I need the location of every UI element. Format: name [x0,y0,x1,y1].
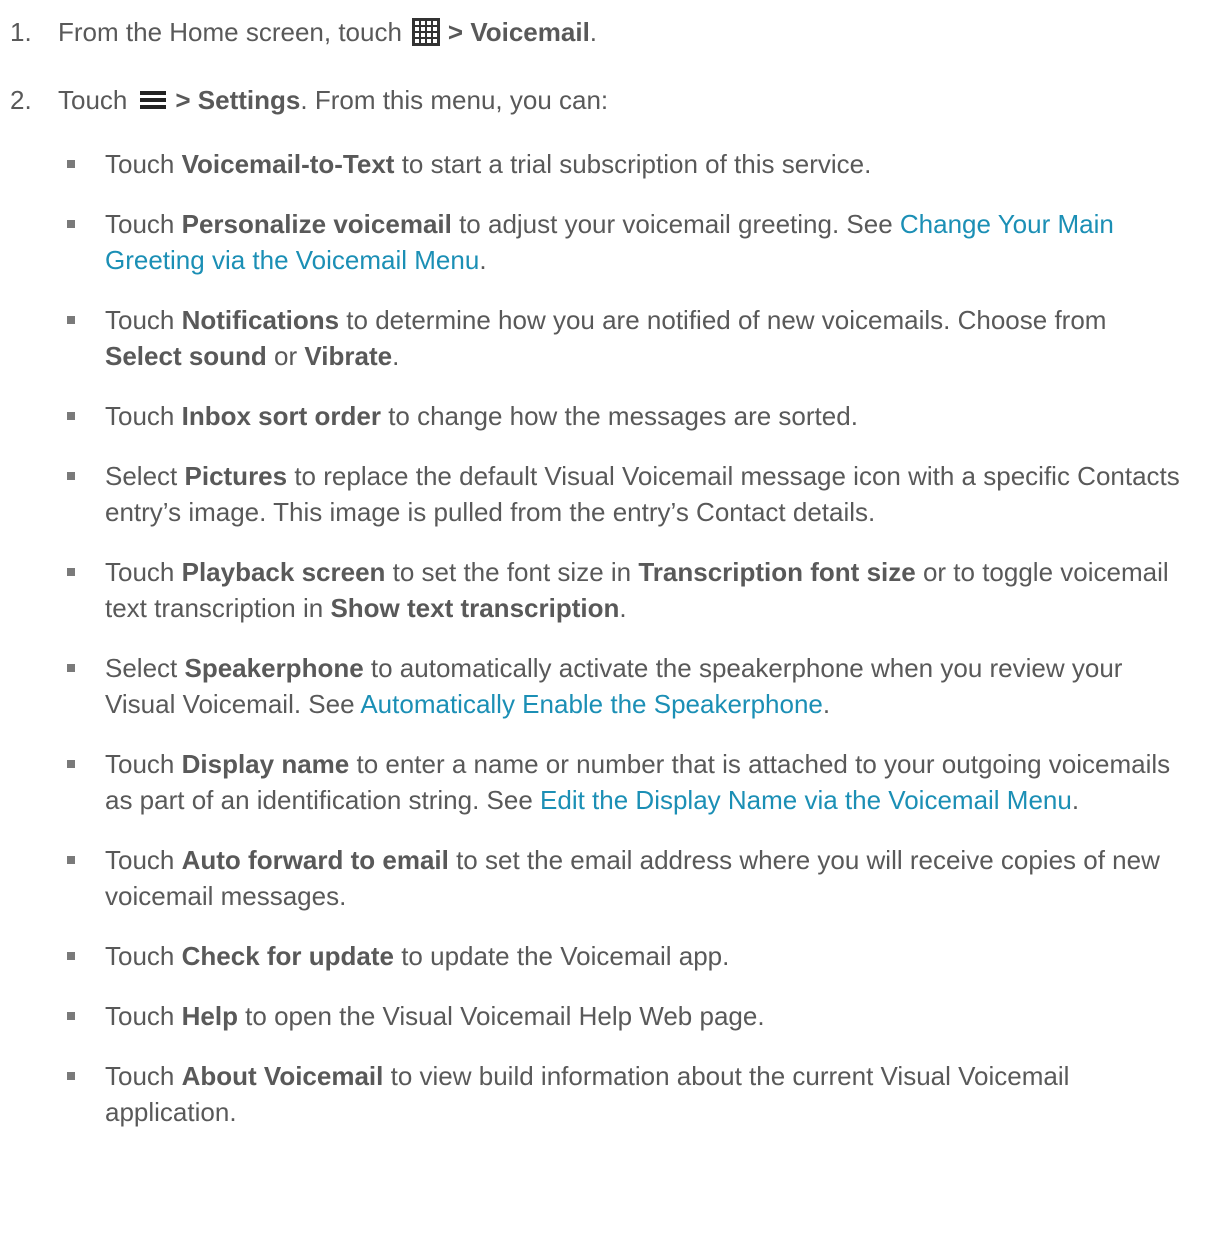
option-name: Transcription font size [638,557,916,587]
list-item: Touch Notifications to determine how you… [0,302,1206,374]
step-menu-path: > Settings [175,85,301,115]
option-name: About Voicemail [181,1061,384,1091]
option-name: Vibrate [304,341,393,371]
apps-grid-icon [411,18,440,46]
option-name: Help [181,1001,238,1031]
cross-reference-link[interactable]: Edit the Display Name via the Voicemail … [540,785,1072,815]
step-menu-path: > Voicemail [447,17,590,47]
body-text: . [1071,785,1080,815]
step-text: From the Home screen, touch > Voicemail … [58,14,597,50]
option-name: Notifications [181,305,340,335]
list-item: Touch Voicemail-to-Text to start a trial… [0,146,1206,182]
body-text: to open the Visual Voicemail Help Web pa… [237,1001,765,1031]
body-text: to update the Voicemail app. [393,941,730,971]
step-2: 2. Touch > Settings . From this menu, yo… [10,82,608,118]
list-item: Touch Auto forward to email to set the e… [0,842,1206,914]
step-number: 2. [10,85,32,115]
option-name: Display name [181,749,350,779]
body-text: . [479,245,487,275]
menu-icon [139,86,167,114]
list-item: Touch Inbox sort order to change how the… [0,398,1206,434]
body-text: Select [105,653,185,683]
body-text: to adjust your voicemail greeting. See [451,209,900,239]
body-text: to start a trial subscription of this se… [394,149,872,179]
body-text: to change how the messages are sorted. [380,401,858,431]
list-item: Select Pictures to replace the default V… [0,458,1206,530]
body-text: Touch [105,1001,182,1031]
option-name: Speakerphone [184,653,364,683]
body-text: Select [105,461,185,491]
step-number: 1. [10,17,32,47]
step-1: 1. From the Home screen, touch > Voicema… [10,14,597,50]
body-text: or [266,341,305,371]
list-item: Touch Display name to enter a name or nu… [0,746,1206,818]
step-text-end: . [589,17,598,47]
cross-reference-link[interactable]: Automatically Enable the Speakerphone [360,689,823,719]
body-text: Touch [105,941,182,971]
option-name: Voicemail-to-Text [181,149,395,179]
step-text-lead: From the Home screen, touch [58,17,402,47]
body-text: Touch [105,557,182,587]
list-item: Touch Personalize voicemail to adjust yo… [0,206,1206,278]
body-text: . [392,341,400,371]
body-text: Touch [105,305,182,335]
list-item: Select Speakerphone to automatically act… [0,650,1206,722]
body-text: Touch [105,1061,182,1091]
option-name: Playback screen [181,557,386,587]
body-text: . [619,593,627,623]
body-text: Touch [105,401,182,431]
settings-options-list: Touch Voicemail-to-Text to start a trial… [0,146,1206,1154]
body-text: Touch [105,149,182,179]
option-name: Inbox sort order [181,401,381,431]
option-name: Select sound [105,341,267,371]
step-text-end: . From this menu, you can: [300,85,609,115]
option-name: Auto forward to email [181,845,449,875]
option-name: Pictures [184,461,288,491]
list-item: Touch Check for update to update the Voi… [0,938,1206,974]
document-page: 1. From the Home screen, touch > Voicema… [0,0,1206,1249]
list-item: Touch About Voicemail to view build info… [0,1058,1206,1130]
list-item: Touch Help to open the Visual Voicemail … [0,998,1206,1034]
body-text: Touch [105,749,182,779]
option-name: Check for update [181,941,394,971]
body-text: to determine how you are notified of new… [339,305,1107,335]
option-name: Show text transcription [330,593,620,623]
body-text: Touch [105,209,182,239]
option-name: Personalize voicemail [181,209,452,239]
body-text: to set the font size in [385,557,639,587]
step-text: Touch > Settings . From this menu, you c… [58,82,608,118]
list-item: Touch Playback screen to set the font si… [0,554,1206,626]
body-text: . [822,689,831,719]
step-text-lead: Touch [58,85,128,115]
body-text: Touch [105,845,182,875]
